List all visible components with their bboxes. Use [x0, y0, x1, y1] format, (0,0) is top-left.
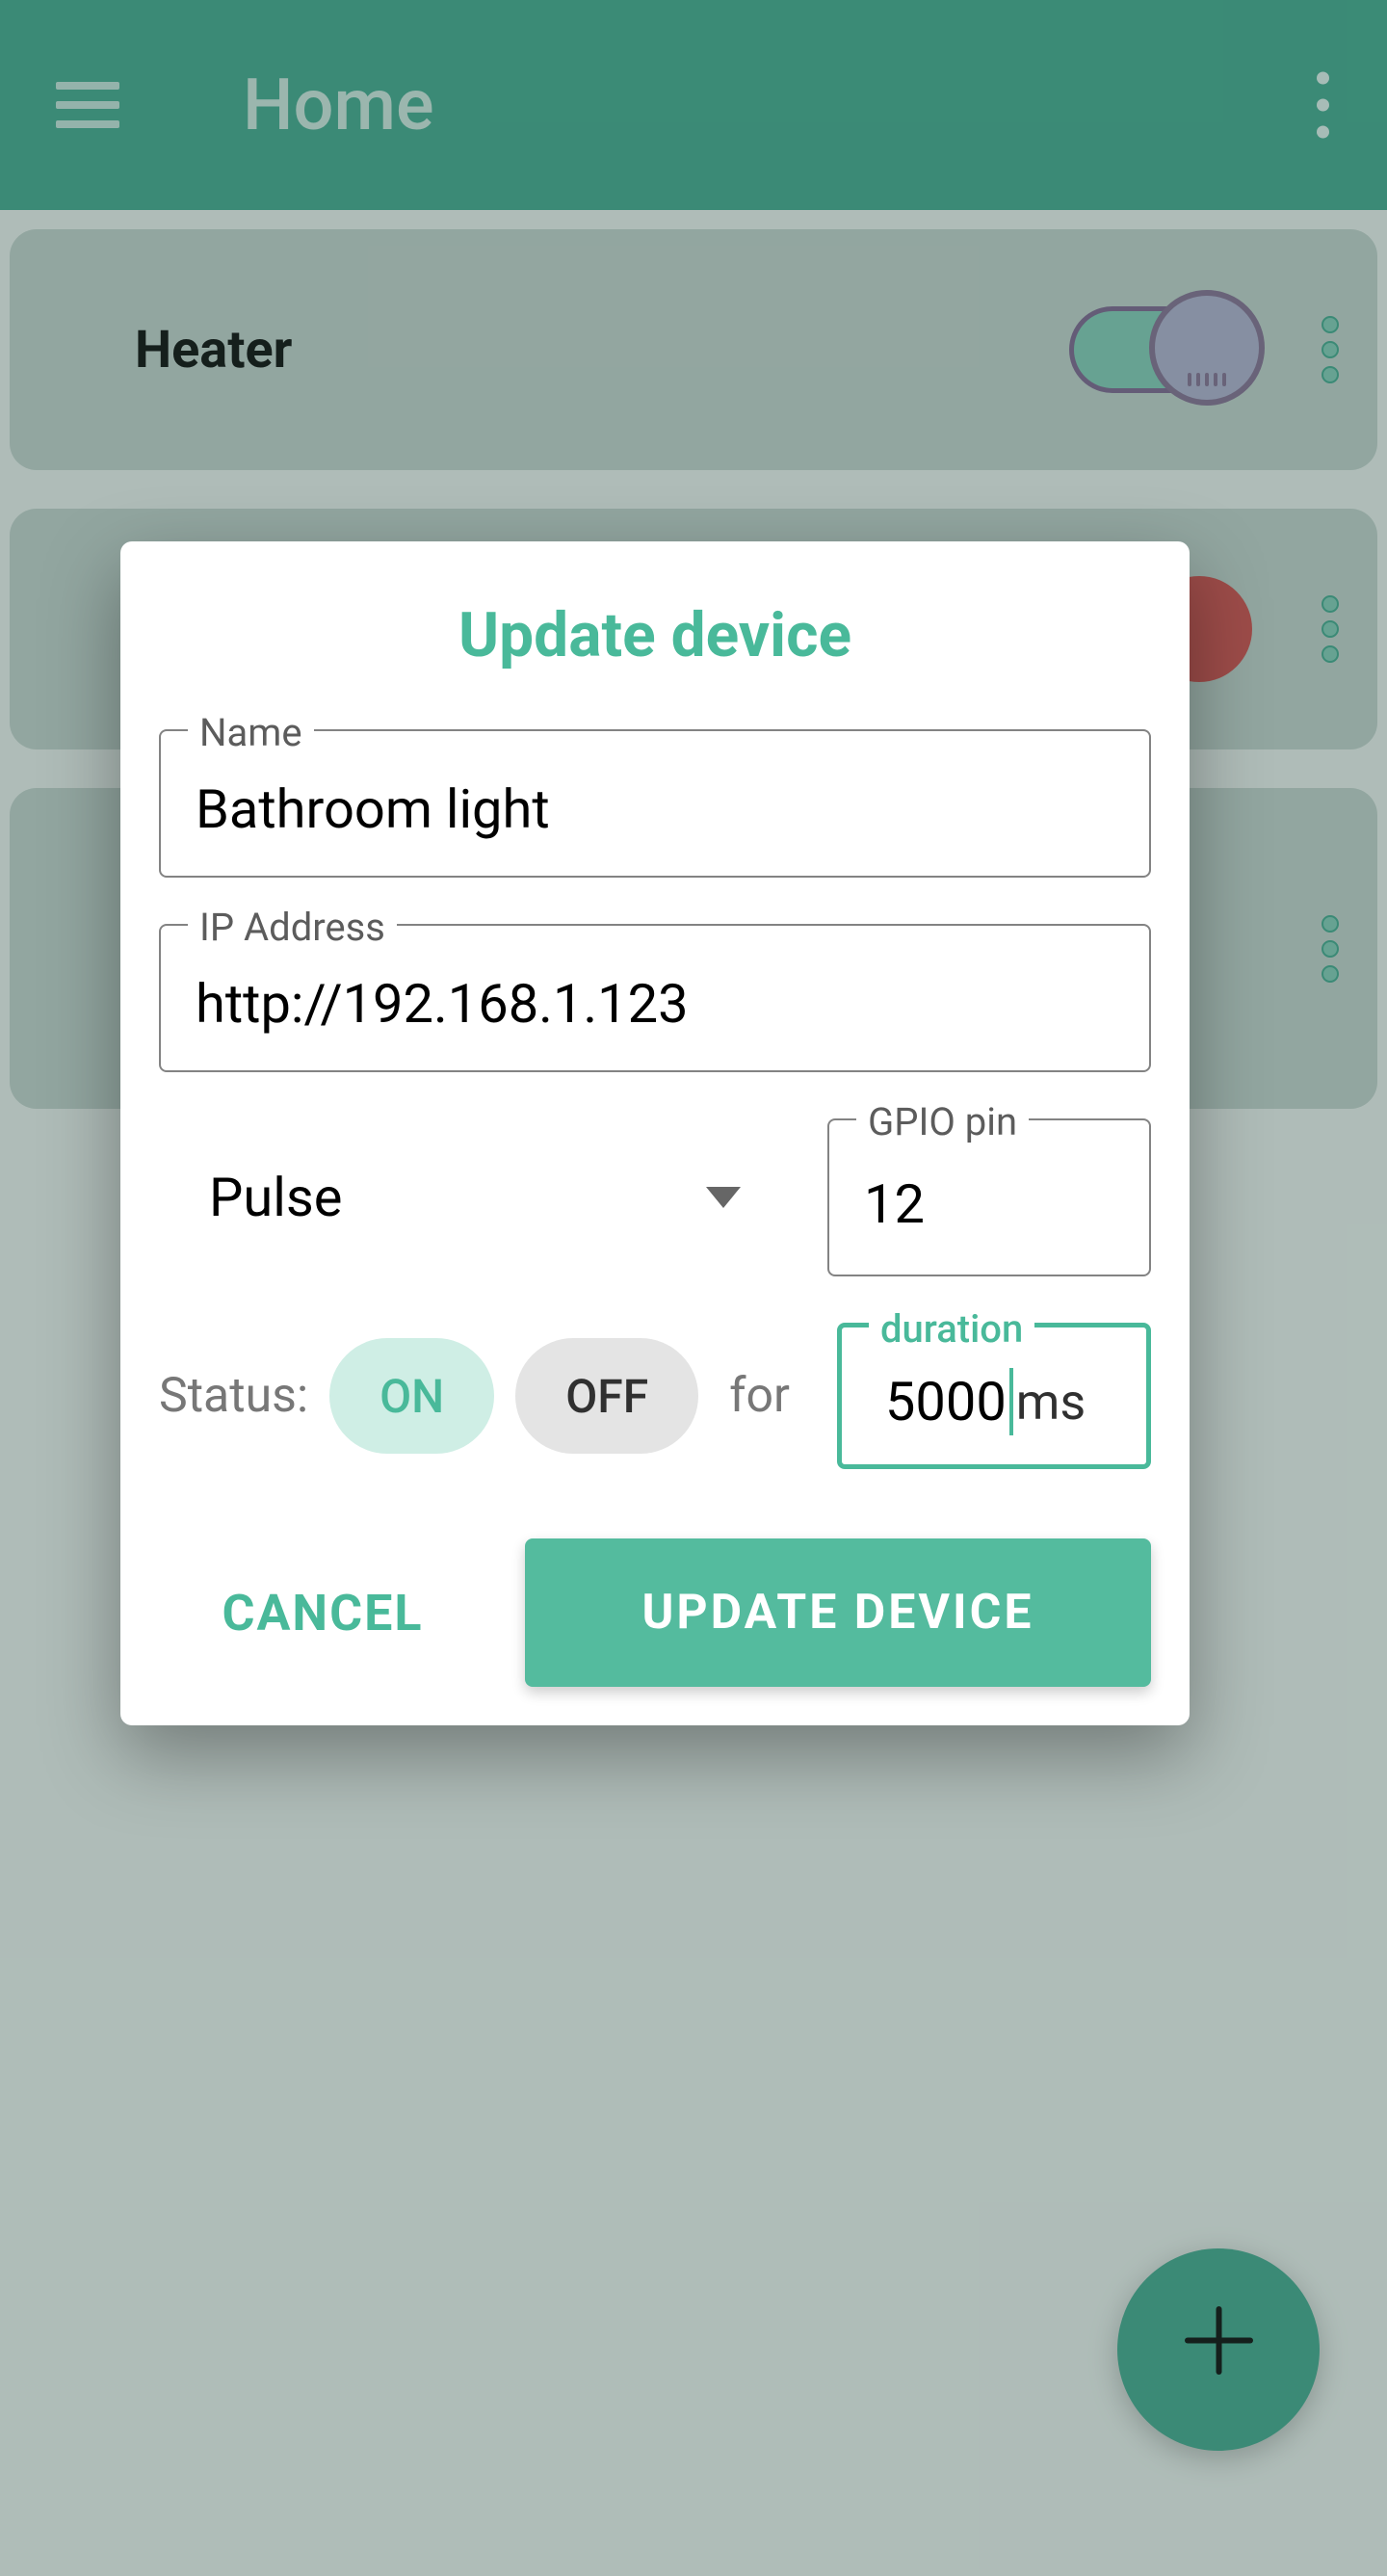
status-row: Status: ON OFF for duration ms	[159, 1323, 1151, 1469]
duration-field-wrap: duration ms	[837, 1323, 1151, 1469]
update-device-button[interactable]: UPDATE DEVICE	[525, 1538, 1151, 1687]
chevron-down-icon	[706, 1187, 741, 1208]
duration-unit: ms	[1016, 1373, 1086, 1432]
for-label: for	[729, 1368, 790, 1424]
name-field-wrap: Name	[159, 729, 1151, 878]
duration-input[interactable]	[871, 1370, 1007, 1433]
dialog-title: Update device	[159, 599, 1151, 671]
cancel-button[interactable]: CANCEL	[159, 1550, 486, 1676]
status-on-button[interactable]: ON	[329, 1338, 494, 1454]
mode-selected-label: Pulse	[209, 1166, 342, 1229]
gpio-label: GPIO pin	[856, 1099, 1029, 1144]
text-cursor	[1009, 1368, 1013, 1435]
ip-field-wrap: IP Address	[159, 924, 1151, 1072]
gpio-field-wrap: GPIO pin	[827, 1118, 1151, 1276]
status-label: Status:	[159, 1368, 308, 1424]
dialog-actions: CANCEL UPDATE DEVICE	[159, 1538, 1151, 1687]
name-label: Name	[188, 710, 314, 755]
duration-label: duration	[869, 1306, 1034, 1352]
status-off-button[interactable]: OFF	[515, 1338, 698, 1454]
ip-label: IP Address	[188, 905, 397, 950]
mode-select[interactable]: Pulse	[159, 1118, 798, 1276]
update-device-dialog: Update device Name IP Address Pulse GPIO…	[120, 541, 1190, 1725]
mode-row: Pulse GPIO pin	[159, 1118, 1151, 1276]
